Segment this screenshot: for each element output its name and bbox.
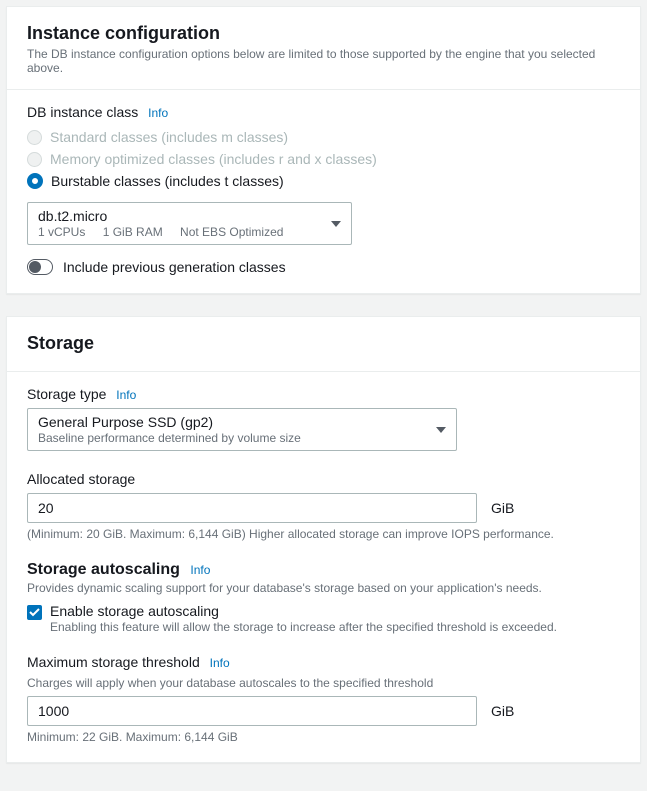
instance-config-body: DB instance class Info Standard classes …	[7, 90, 640, 293]
include-prev-gen-label: Include previous generation classes	[63, 259, 286, 275]
include-prev-gen-toggle-row: Include previous generation classes	[27, 259, 620, 275]
threshold-desc: Charges will apply when your database au…	[27, 676, 620, 690]
enable-autoscaling-checkbox[interactable]	[27, 605, 42, 620]
storage-type-select[interactable]: General Purpose SSD (gp2) Baseline perfo…	[27, 408, 457, 451]
storage-title: Storage	[27, 333, 620, 354]
autoscaling-desc: Provides dynamic scaling support for you…	[27, 581, 620, 595]
storage-type-select-value: General Purpose SSD (gp2)	[38, 414, 426, 430]
threshold-info-link[interactable]: Info	[210, 656, 230, 670]
storage-type-select-desc: Baseline performance determined by volum…	[38, 431, 426, 445]
storage-type-label-row: Storage type Info	[27, 386, 620, 402]
allocated-storage-input[interactable]	[27, 493, 477, 523]
radio-burstable-label: Burstable classes (includes t classes)	[51, 173, 284, 189]
threshold-label-row: Maximum storage threshold Info	[27, 654, 620, 670]
instance-class-select-details: 1 vCPUs 1 GiB RAM Not EBS Optimized	[38, 225, 321, 239]
storage-body: Storage type Info General Purpose SSD (g…	[7, 372, 640, 762]
radio-memory-classes: Memory optimized classes (includes r and…	[27, 148, 620, 170]
radio-burstable-classes[interactable]: Burstable classes (includes t classes)	[27, 170, 620, 192]
allocated-storage-unit: GiB	[491, 500, 514, 516]
radio-icon	[27, 130, 42, 145]
instance-config-panel: Instance configuration The DB instance c…	[6, 6, 641, 294]
instance-class-select-value: db.t2.micro	[38, 208, 321, 224]
threshold-label: Maximum storage threshold	[27, 654, 200, 670]
enable-autoscaling-desc: Enabling this feature will allow the sto…	[50, 620, 557, 634]
autoscaling-info-link[interactable]: Info	[190, 563, 210, 577]
allocated-storage-hint: (Minimum: 20 GiB. Maximum: 6,144 GiB) Hi…	[27, 527, 620, 541]
radio-standard-classes: Standard classes (includes m classes)	[27, 126, 620, 148]
instance-config-header: Instance configuration The DB instance c…	[7, 7, 640, 90]
autoscaling-section: Storage autoscaling Info Provides dynami…	[27, 561, 620, 634]
radio-memory-label: Memory optimized classes (includes r and…	[50, 151, 377, 167]
db-class-label-row: DB instance class Info	[27, 104, 620, 120]
radio-standard-label: Standard classes (includes m classes)	[50, 129, 288, 145]
threshold-hint: Minimum: 22 GiB. Maximum: 6,144 GiB	[27, 730, 620, 744]
storage-type-info-link[interactable]: Info	[116, 388, 136, 402]
include-prev-gen-toggle[interactable]	[27, 259, 53, 275]
db-class-label: DB instance class	[27, 104, 138, 120]
threshold-input[interactable]	[27, 696, 477, 726]
instance-config-title: Instance configuration	[27, 23, 620, 44]
caret-down-icon	[331, 221, 341, 227]
db-class-info-link[interactable]: Info	[148, 106, 168, 120]
threshold-row: GiB	[27, 696, 620, 726]
allocated-storage-section: Allocated storage GiB (Minimum: 20 GiB. …	[27, 471, 620, 541]
autoscaling-heading-row: Storage autoscaling Info	[27, 561, 620, 579]
select-vcpu: 1 vCPUs	[38, 225, 85, 239]
enable-autoscaling-body: Enable storage autoscaling Enabling this…	[50, 603, 557, 634]
check-icon	[29, 608, 40, 617]
storage-header: Storage	[7, 317, 640, 372]
enable-autoscaling-row: Enable storage autoscaling Enabling this…	[27, 603, 620, 634]
radio-icon	[27, 152, 42, 167]
instance-config-subtitle: The DB instance configuration options be…	[27, 47, 620, 75]
allocated-storage-label: Allocated storage	[27, 471, 620, 487]
radio-icon	[27, 173, 43, 189]
storage-type-label: Storage type	[27, 386, 106, 402]
select-ram: 1 GiB RAM	[103, 225, 163, 239]
toggle-thumb-icon	[29, 261, 41, 273]
enable-autoscaling-label: Enable storage autoscaling	[50, 603, 557, 619]
caret-down-icon	[436, 427, 446, 433]
storage-panel: Storage Storage type Info General Purpos…	[6, 316, 641, 763]
autoscaling-heading: Storage autoscaling	[27, 561, 180, 578]
threshold-unit: GiB	[491, 703, 514, 719]
instance-class-select[interactable]: db.t2.micro 1 vCPUs 1 GiB RAM Not EBS Op…	[27, 202, 352, 245]
threshold-section: Maximum storage threshold Info Charges w…	[27, 654, 620, 744]
allocated-storage-row: GiB	[27, 493, 620, 523]
select-ebs: Not EBS Optimized	[180, 225, 283, 239]
